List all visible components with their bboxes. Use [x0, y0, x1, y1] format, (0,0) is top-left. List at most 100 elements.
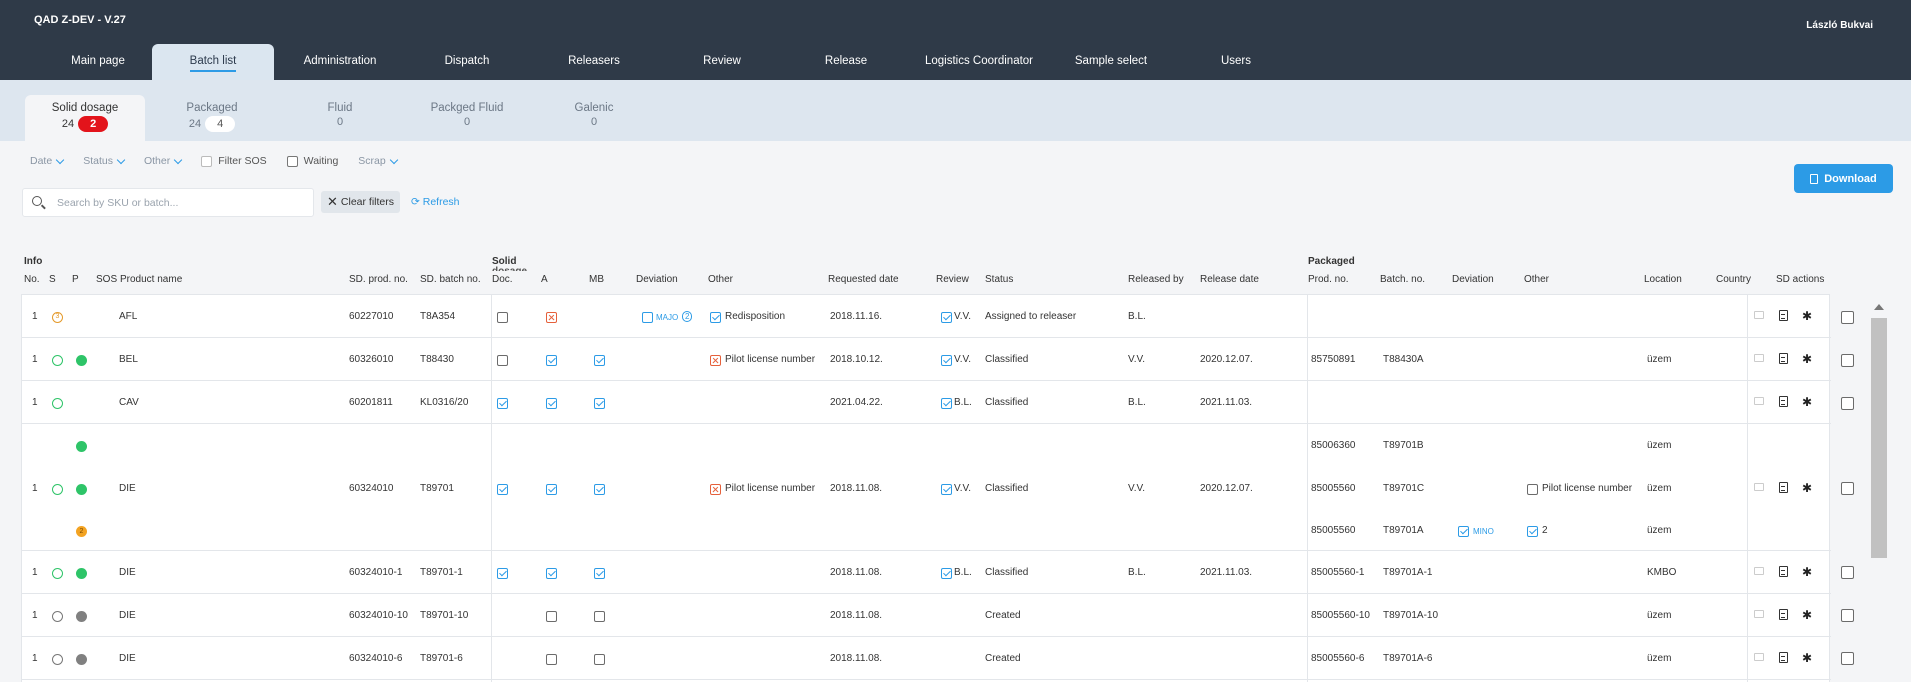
review-checkbox[interactable]: [941, 484, 952, 495]
gear-icon[interactable]: ✱: [1802, 353, 1812, 365]
row-select-checkbox[interactable]: [1841, 482, 1854, 495]
a-checkbox[interactable]: [546, 484, 557, 495]
col-status[interactable]: Status: [985, 274, 1013, 285]
document-icon[interactable]: [1779, 396, 1788, 407]
gear-icon[interactable]: ✱: [1802, 396, 1812, 408]
nav-review[interactable]: Review: [660, 44, 784, 80]
tab-fluid[interactable]: Fluid 0: [280, 95, 400, 141]
user-name[interactable]: László Bukvai: [1806, 20, 1873, 31]
nav-main-page[interactable]: Main page: [44, 44, 152, 80]
col-other[interactable]: Other: [708, 274, 733, 285]
doc-checkbox[interactable]: [497, 568, 508, 579]
document-icon[interactable]: [1779, 609, 1788, 620]
comment-icon[interactable]: [1754, 567, 1764, 575]
a-checkbox[interactable]: [546, 398, 557, 409]
tab-galenic[interactable]: Galenic 0: [534, 95, 654, 141]
col-released-by[interactable]: Released by: [1128, 274, 1184, 285]
clear-filters-button[interactable]: ✕ Clear filters: [321, 191, 401, 213]
packaged-other-checkbox[interactable]: [1527, 526, 1538, 537]
col-country[interactable]: Country: [1716, 274, 1751, 285]
col-mb[interactable]: MB: [589, 274, 604, 285]
col-no[interactable]: No.: [24, 274, 40, 285]
review-checkbox[interactable]: [941, 398, 952, 409]
comment-icon[interactable]: [1754, 653, 1764, 661]
download-button[interactable]: Download: [1794, 164, 1893, 193]
doc-checkbox[interactable]: [497, 312, 508, 323]
col-batch-no[interactable]: Batch. no.: [1380, 274, 1425, 285]
row-select-checkbox[interactable]: [1841, 311, 1854, 324]
comment-icon[interactable]: [1754, 311, 1764, 319]
document-icon[interactable]: [1779, 566, 1788, 577]
col-sd-batch-no[interactable]: SD. batch no.: [420, 274, 481, 285]
nav-sample-select[interactable]: Sample select: [1050, 44, 1172, 80]
tab-solid-dosage[interactable]: Solid dosage 24 2: [25, 95, 145, 141]
filter-sos-checkbox[interactable]: Filter SOS: [201, 155, 267, 167]
col-p[interactable]: P: [72, 274, 79, 285]
row-select-checkbox[interactable]: [1841, 566, 1854, 579]
col-release-date[interactable]: Release date: [1200, 274, 1259, 285]
a-checkbox[interactable]: [546, 312, 557, 323]
scrollbar-thumb[interactable]: [1871, 318, 1887, 558]
tab-packaged[interactable]: Packaged 24 4: [152, 95, 272, 141]
refresh-button[interactable]: ⟳ Refresh: [411, 196, 460, 208]
document-icon[interactable]: [1779, 482, 1788, 493]
mb-checkbox[interactable]: [594, 484, 605, 495]
nav-users[interactable]: Users: [1172, 44, 1300, 80]
packaged-other-checkbox[interactable]: [1527, 484, 1538, 495]
col-deviation[interactable]: Deviation: [636, 274, 678, 285]
packaged-deviation-checkbox[interactable]: [1458, 526, 1469, 537]
review-checkbox[interactable]: [941, 312, 952, 323]
comment-icon[interactable]: [1754, 397, 1764, 405]
nav-releasers[interactable]: Releasers: [528, 44, 660, 80]
other-checkbox[interactable]: [710, 355, 721, 366]
scroll-up-arrow-icon[interactable]: [1874, 304, 1884, 310]
a-checkbox[interactable]: [546, 611, 557, 622]
col-location[interactable]: Location: [1644, 274, 1682, 285]
document-icon[interactable]: [1779, 652, 1788, 663]
doc-checkbox[interactable]: [497, 398, 508, 409]
status-filter-dropdown[interactable]: Status: [83, 155, 126, 167]
review-checkbox[interactable]: [941, 355, 952, 366]
document-icon[interactable]: [1779, 310, 1788, 321]
tab-packged-fluid[interactable]: Packged Fluid 0: [407, 95, 527, 141]
mb-checkbox[interactable]: [594, 568, 605, 579]
row-select-checkbox[interactable]: [1841, 609, 1854, 622]
other-filter-dropdown[interactable]: Other: [144, 155, 183, 167]
row-select-checkbox[interactable]: [1841, 652, 1854, 665]
doc-checkbox[interactable]: [497, 355, 508, 366]
gear-icon[interactable]: ✱: [1802, 482, 1812, 494]
row-select-checkbox[interactable]: [1841, 397, 1854, 410]
col-s[interactable]: S: [49, 274, 56, 285]
mb-checkbox[interactable]: [594, 355, 605, 366]
gear-icon[interactable]: ✱: [1802, 310, 1812, 322]
comment-icon[interactable]: [1754, 483, 1764, 491]
mb-checkbox[interactable]: [594, 611, 605, 622]
nav-release[interactable]: Release: [784, 44, 908, 80]
col-requested-date[interactable]: Requested date: [828, 274, 899, 285]
col-sd-prod-no[interactable]: SD. prod. no.: [349, 274, 408, 285]
gear-icon[interactable]: ✱: [1802, 652, 1812, 664]
search-input[interactable]: [57, 195, 297, 211]
other-checkbox[interactable]: [710, 484, 721, 495]
nav-administration[interactable]: Administration: [274, 44, 406, 80]
nav-batch-list[interactable]: Batch list: [152, 44, 274, 80]
mb-checkbox[interactable]: [594, 398, 605, 409]
comment-icon[interactable]: [1754, 354, 1764, 362]
row-select-checkbox[interactable]: [1841, 354, 1854, 367]
waiting-checkbox[interactable]: Waiting: [286, 155, 338, 167]
mb-checkbox[interactable]: [594, 654, 605, 665]
other-checkbox[interactable]: [710, 312, 721, 323]
doc-checkbox[interactable]: [497, 484, 508, 495]
col-packaged-deviation[interactable]: Deviation: [1452, 274, 1494, 285]
review-checkbox[interactable]: [941, 568, 952, 579]
comment-icon[interactable]: [1754, 610, 1764, 618]
col-packaged-other[interactable]: Other: [1524, 274, 1549, 285]
gear-icon[interactable]: ✱: [1802, 609, 1812, 621]
scrap-filter-dropdown[interactable]: Scrap: [358, 155, 398, 167]
date-filter-dropdown[interactable]: Date: [30, 155, 65, 167]
col-review[interactable]: Review: [936, 274, 969, 285]
gear-icon[interactable]: ✱: [1802, 566, 1812, 578]
col-sos[interactable]: SOS: [96, 274, 117, 285]
document-icon[interactable]: [1779, 353, 1788, 364]
col-product-name[interactable]: Product name: [120, 274, 182, 285]
